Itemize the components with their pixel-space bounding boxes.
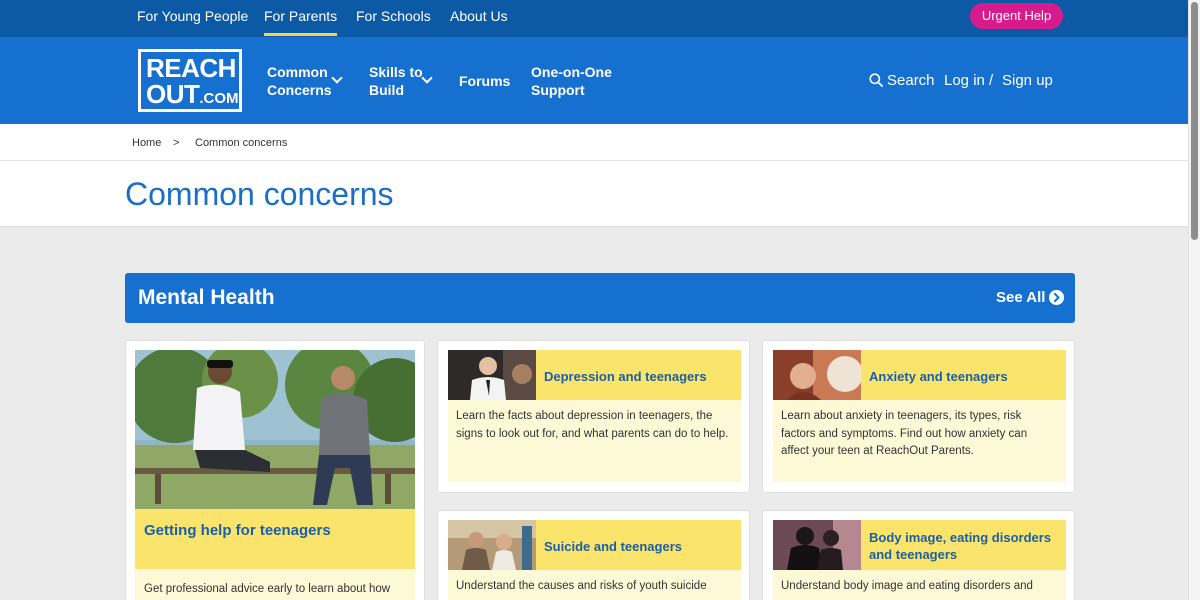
logo-line1: REACH	[146, 53, 236, 83]
anxiety-thumbnail	[773, 350, 861, 400]
audience-bar: For Young People For Parents For Schools…	[0, 0, 1188, 37]
card-title: Depression and teenagers	[544, 369, 707, 384]
featured-photo	[135, 350, 415, 509]
auth-separator: /	[989, 72, 994, 89]
suicide-thumbnail	[448, 520, 536, 570]
featured-desc-panel: Get professional advice early to learn a…	[135, 569, 415, 600]
card-description: Understand body image and eating disorde…	[781, 580, 1033, 592]
search-link[interactable]: Search	[887, 72, 935, 90]
card-depression[interactable]: Depression and teenagers Learn the facts…	[437, 340, 750, 493]
card-description: Learn about anxiety in teenagers, its ty…	[781, 410, 1028, 457]
nav-for-young-people[interactable]: For Young People	[137, 7, 248, 25]
body-image-thumbnail	[773, 520, 861, 570]
card-description: Get professional advice early to learn a…	[144, 583, 391, 595]
card-description: Learn the facts about depression in teen…	[456, 410, 729, 440]
featured-title-panel: Getting help for teenagers	[135, 509, 415, 569]
anxiety-desc-panel: Learn about anxiety in teenagers, its ty…	[773, 400, 1066, 482]
section-header-mental-health: Mental Health See All	[125, 273, 1075, 323]
breadcrumb-home[interactable]: Home	[132, 137, 161, 150]
urgent-help-button[interactable]: Urgent Help	[970, 3, 1063, 29]
breadcrumb-current: Common concerns	[195, 137, 288, 149]
depression-title-panel: Depression and teenagers	[536, 350, 741, 400]
search-icon	[869, 73, 883, 87]
signup-link[interactable]: Sign up	[1002, 72, 1053, 90]
card-title: Suicide and teenagers	[544, 539, 682, 554]
chevron-down-icon	[421, 72, 433, 84]
featured-card-getting-help[interactable]: Getting help for teenagers Get professio…	[125, 340, 425, 600]
body-image-title-panel: Body image, eating disorders and teenage…	[861, 520, 1066, 570]
see-all-link[interactable]: See All	[996, 289, 1045, 307]
suicide-desc-panel: Understand the causes and risks of youth…	[448, 570, 741, 600]
arrow-right-circle-icon[interactable]	[1049, 290, 1064, 305]
reachout-logo[interactable]: REACH OUT.COM	[138, 49, 242, 112]
page-scrollbar[interactable]	[1188, 0, 1200, 600]
card-suicide[interactable]: Suicide and teenagers Understand the cau…	[437, 510, 750, 600]
nav-one-on-one-support[interactable]: One-on-One Support	[531, 63, 612, 99]
suicide-title-panel: Suicide and teenagers	[536, 520, 741, 570]
breadcrumb: Home > Common concerns	[0, 124, 1188, 161]
page-title: Common concerns	[125, 176, 394, 212]
breadcrumb-separator: >	[173, 137, 180, 149]
body-image-desc-panel: Understand body image and eating disorde…	[773, 570, 1066, 600]
anxiety-title-panel: Anxiety and teenagers	[861, 350, 1066, 400]
nav-about-us[interactable]: About Us	[450, 7, 508, 25]
nav-common-concerns[interactable]: Common Concerns	[267, 63, 332, 99]
logo-line2: OUT.COM	[146, 79, 239, 109]
nav-for-parents[interactable]: For Parents	[264, 7, 338, 36]
card-description: Understand the causes and risks of youth…	[456, 580, 707, 592]
main-nav: REACH OUT.COM Common Concerns Skills to …	[0, 37, 1188, 124]
scrollbar-thumb[interactable]	[1191, 2, 1198, 240]
card-title: Anxiety and teenagers	[869, 369, 1008, 384]
card-anxiety[interactable]: Anxiety and teenagers Learn about anxiet…	[762, 340, 1075, 493]
depression-desc-panel: Learn the facts about depression in teen…	[448, 400, 741, 482]
section-title: Mental Health	[138, 286, 275, 309]
chevron-down-icon	[331, 72, 343, 84]
card-title: Getting help for teenagers	[144, 522, 331, 539]
card-title: Body image, eating disorders and teenage…	[869, 530, 1052, 562]
card-body-image[interactable]: Body image, eating disorders and teenage…	[762, 510, 1075, 600]
login-link[interactable]: Log in	[944, 72, 985, 90]
nav-forums[interactable]: Forums	[459, 72, 510, 90]
depression-thumbnail	[448, 350, 536, 400]
nav-for-schools[interactable]: For Schools	[356, 7, 431, 25]
page-header: Common concerns	[0, 161, 1188, 227]
nav-skills-to-build[interactable]: Skills to Build	[369, 63, 423, 99]
